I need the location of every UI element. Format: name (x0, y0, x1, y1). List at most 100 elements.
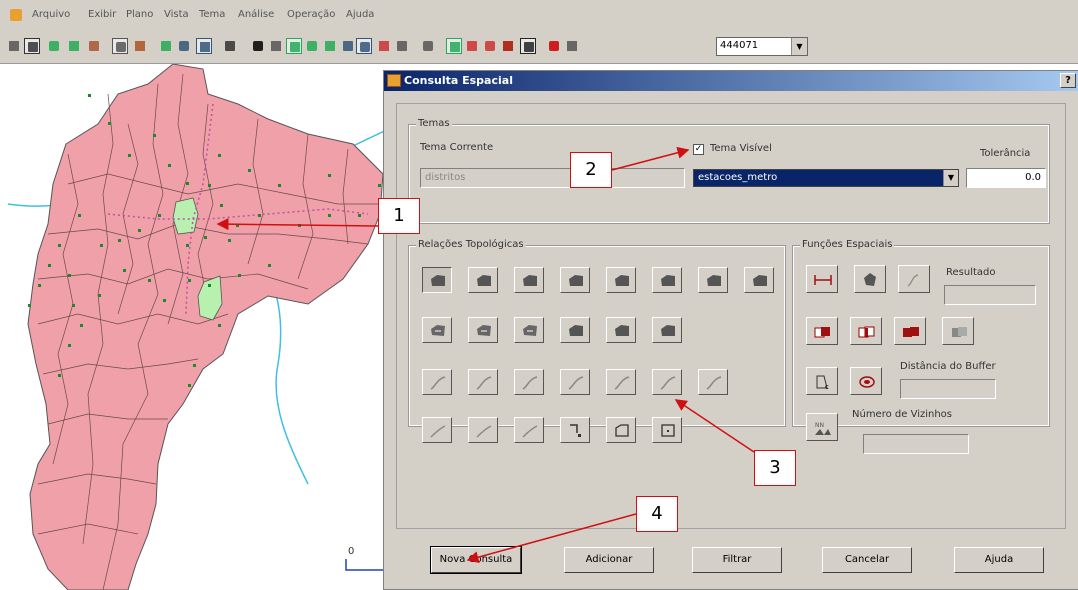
toolbar-tool-icon[interactable] (250, 38, 266, 54)
toolbar-tool-icon[interactable] (24, 38, 40, 54)
toolbar-tool-icon[interactable] (132, 38, 148, 54)
topological-relation-button[interactable] (698, 267, 728, 293)
topological-relation-button[interactable] (422, 417, 452, 443)
topological-relation-button[interactable] (514, 369, 544, 395)
topological-relation-button[interactable] (468, 369, 498, 395)
station-dot (268, 264, 271, 267)
topological-relation-button[interactable] (652, 267, 682, 293)
help-button[interactable]: ? (1060, 73, 1076, 88)
toolbar-tool-icon[interactable] (482, 38, 498, 54)
toolbar-tool-icon[interactable] (286, 38, 302, 54)
toolbar-tool-icon[interactable] (546, 38, 562, 54)
menu-operacao[interactable]: Operação (287, 9, 335, 20)
topological-relation-button[interactable] (560, 317, 590, 343)
menu-exibir[interactable]: Exibir (88, 9, 116, 20)
station-dot (78, 214, 81, 217)
resultado-field (944, 285, 1036, 305)
toolbar-tool-icon[interactable] (394, 38, 410, 54)
toolbar-tool-icon[interactable] (158, 38, 174, 54)
centroid-button[interactable]: c (806, 367, 838, 395)
topological-relation-button[interactable] (606, 267, 636, 293)
station-dot (100, 244, 103, 247)
districts-map[interactable]: 0 (8, 64, 400, 590)
topological-relation-button[interactable] (514, 267, 544, 293)
xor-button[interactable] (942, 317, 974, 345)
topological-relation-button[interactable] (652, 369, 682, 395)
buffer-button[interactable] (850, 367, 882, 395)
toolbar-tool-icon[interactable] (464, 38, 480, 54)
nova-consulta-button[interactable]: Nova Consulta (430, 546, 522, 574)
station-dot (138, 229, 141, 232)
chevron-down-icon[interactable]: ▼ (943, 170, 958, 186)
topological-relation-button[interactable] (606, 369, 636, 395)
toolbar-tool-icon[interactable] (66, 38, 82, 54)
union-button[interactable] (806, 317, 838, 345)
toolbar-tool-icon[interactable] (420, 38, 436, 54)
funcoes-group-label: Funções Espaciais (800, 239, 895, 250)
tema-visivel-checkbox[interactable]: ✓ (693, 144, 704, 155)
topological-relation-button[interactable] (560, 267, 590, 293)
station-dot (48, 264, 51, 267)
adicionar-button[interactable]: Adicionar (564, 547, 654, 573)
nearest-neighbors-button[interactable]: NN (806, 413, 838, 441)
chevron-down-icon[interactable]: ▼ (791, 38, 807, 55)
toolbar-tool-icon[interactable] (268, 38, 284, 54)
topological-relation-button[interactable] (514, 417, 544, 443)
toolbar-tool-icon[interactable] (46, 38, 62, 54)
toolbar-tool-icon[interactable] (376, 38, 392, 54)
topological-relation-button[interactable] (744, 267, 774, 293)
toolbar-tool-icon[interactable] (222, 38, 238, 54)
topological-relation-button[interactable] (560, 417, 590, 443)
length-button[interactable] (898, 265, 930, 293)
tolerancia-input[interactable]: 0.0 (966, 168, 1046, 188)
toolbar-tool-icon[interactable] (176, 38, 192, 54)
station-dot (208, 284, 211, 287)
topological-relation-button[interactable] (468, 417, 498, 443)
filtrar-button[interactable]: Filtrar (692, 547, 782, 573)
topological-relation-button[interactable] (652, 317, 682, 343)
toolbar-tool-icon[interactable] (340, 38, 356, 54)
tema-visivel-select[interactable]: estacoes_metro ▼ (693, 169, 959, 187)
toolbar-tool-icon[interactable] (304, 38, 320, 54)
topological-relation-button[interactable] (422, 369, 452, 395)
toolbar-tool-icon[interactable] (322, 38, 338, 54)
toolbar-tool-icon[interactable] (112, 38, 128, 54)
menu-ajuda[interactable]: Ajuda (346, 9, 374, 20)
numero-vizinhos-input[interactable] (863, 434, 969, 454)
distance-button[interactable] (806, 265, 838, 293)
menu-tema[interactable]: Tema (199, 9, 225, 20)
menu-analise[interactable]: Análise (238, 9, 274, 20)
topological-relation-button[interactable] (422, 317, 452, 343)
ajuda-button[interactable]: Ajuda (954, 547, 1044, 573)
toolbar-tool-icon[interactable] (500, 38, 516, 54)
difference-button[interactable] (894, 317, 926, 345)
toolbar-tool-icon[interactable] (520, 38, 536, 54)
topological-relation-button[interactable] (514, 317, 544, 343)
toolbar-tool-icon[interactable] (196, 38, 212, 54)
menu-vista[interactable]: Vista (164, 9, 189, 20)
menu-arquivo[interactable]: Arquivo (32, 9, 70, 20)
topological-relation-button[interactable] (468, 317, 498, 343)
toolbar-tool-icon[interactable] (6, 38, 22, 54)
scale-value: 444071 (720, 40, 759, 51)
scale-combo[interactable]: 444071 ▼ (716, 37, 808, 56)
menu-plano[interactable]: Plano (126, 9, 153, 20)
station-dot (148, 279, 151, 282)
distancia-buffer-input[interactable] (900, 379, 996, 399)
dialog-title-bar[interactable]: Consulta Espacial ? (384, 71, 1078, 91)
relacoes-group-label: Relações Topológicas (416, 239, 526, 250)
cancelar-button[interactable]: Cancelar (822, 547, 912, 573)
toolbar-tool-icon[interactable] (564, 38, 580, 54)
topological-relation-button[interactable] (698, 369, 728, 395)
topological-relation-button[interactable] (652, 417, 682, 443)
toolbar-tool-icon[interactable] (86, 38, 102, 54)
area-button[interactable] (854, 265, 886, 293)
topological-relation-button[interactable] (606, 417, 636, 443)
toolbar-tool-icon[interactable] (446, 38, 462, 54)
topological-relation-button[interactable] (606, 317, 636, 343)
topological-relation-button[interactable] (422, 267, 452, 293)
toolbar-tool-icon[interactable] (356, 38, 372, 54)
topological-relation-button[interactable] (468, 267, 498, 293)
topological-relation-button[interactable] (560, 369, 590, 395)
intersection-button[interactable] (850, 317, 882, 345)
